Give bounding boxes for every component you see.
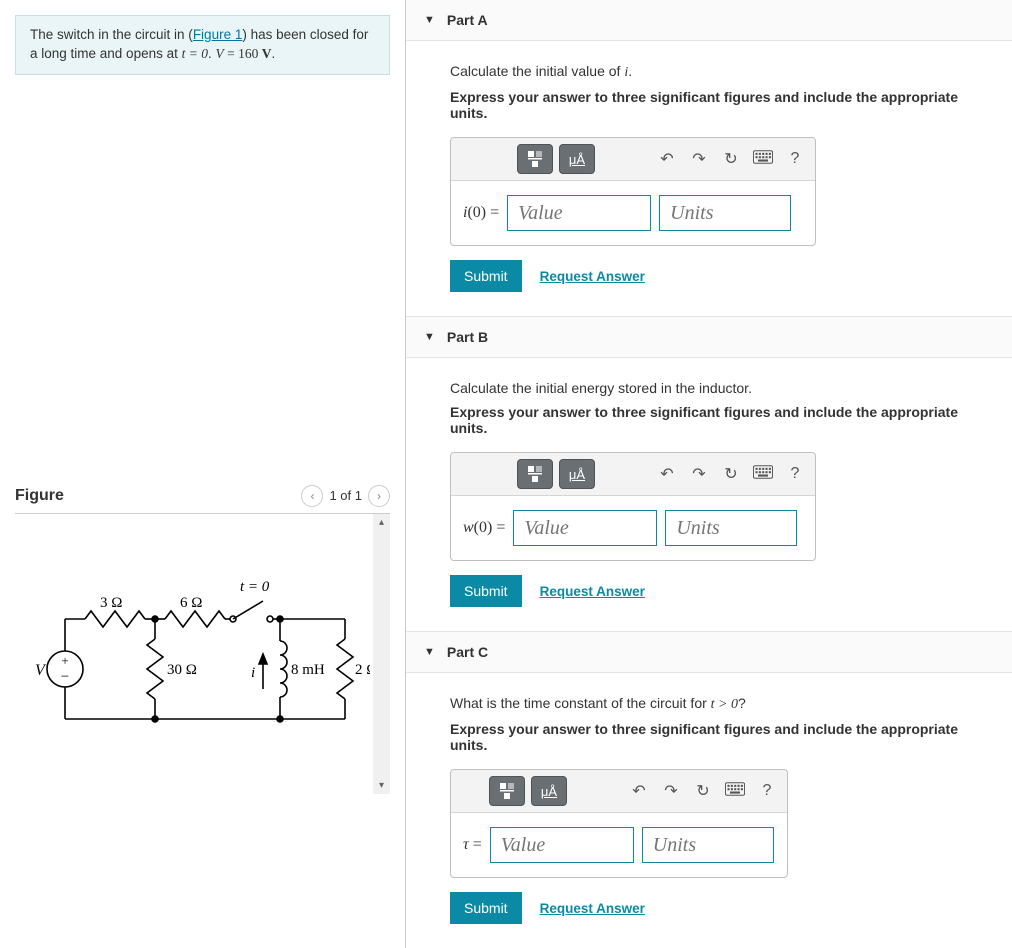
label-t0: t = 0 — [240, 579, 270, 595]
part-b-units-input[interactable] — [665, 510, 797, 546]
part-b-request-answer-link[interactable]: Request Answer — [540, 584, 645, 599]
fraction-template-button[interactable] — [489, 776, 525, 806]
part-a-units-input[interactable] — [659, 195, 791, 231]
units-template-button[interactable]: μÅ — [559, 144, 595, 174]
fraction-template-button[interactable] — [517, 144, 553, 174]
problem-text-end: . — [272, 46, 276, 61]
figure-scrollbar[interactable]: ▴ ▾ — [373, 514, 390, 794]
problem-text-1: The switch in the circuit in ( — [30, 27, 193, 42]
part-c-body: What is the time constant of the circuit… — [406, 673, 1012, 948]
part-b-prompt: Calculate the initial energy stored in t… — [450, 380, 982, 396]
part-b-value-input[interactable] — [513, 510, 657, 546]
undo-icon[interactable]: ↶ — [657, 149, 677, 169]
fraction-template-button[interactable] — [517, 459, 553, 489]
problem-statement: The switch in the circuit in (Figure 1) … — [15, 15, 390, 75]
collapse-icon: ▼ — [424, 646, 435, 658]
part-b-answer-box: μÅ ↶ ↷ ↻ ? w(0) = — [450, 452, 816, 561]
figure-heading: Figure — [15, 487, 64, 505]
label-r3: 30 Ω — [167, 662, 197, 678]
part-b-title: Part B — [447, 329, 488, 345]
part-a-value-input[interactable] — [507, 195, 651, 231]
part-a-body: Calculate the initial value of i. Expres… — [406, 41, 1012, 316]
reset-icon[interactable]: ↻ — [721, 464, 741, 484]
part-b-submit-button[interactable]: Submit — [450, 575, 522, 607]
collapse-icon: ▼ — [424, 14, 435, 26]
figure-header: Figure ‹ 1 of 1 › — [15, 485, 390, 514]
label-r1: 3 Ω — [100, 595, 122, 611]
part-b-body: Calculate the initial energy stored in t… — [406, 358, 1012, 631]
reset-icon[interactable]: ↻ — [693, 781, 713, 801]
part-c-request-answer-link[interactable]: Request Answer — [540, 901, 645, 916]
part-a-lhs: i(0) = — [463, 204, 499, 222]
part-a-header[interactable]: ▼ Part A — [406, 0, 1012, 41]
help-icon[interactable]: ? — [757, 782, 777, 800]
part-a-title: Part A — [447, 12, 488, 28]
part-b-header[interactable]: ▼ Part B — [406, 316, 1012, 358]
part-c-header[interactable]: ▼ Part C — [406, 631, 1012, 673]
figure-prev-button[interactable]: ‹ — [301, 485, 323, 507]
keyboard-icon[interactable] — [725, 782, 745, 801]
part-a-request-answer-link[interactable]: Request Answer — [540, 269, 645, 284]
eq-t: t = 0 — [182, 46, 208, 61]
label-r2: 6 Ω — [180, 595, 202, 611]
part-a-instructions: Express your answer to three significant… — [450, 89, 982, 121]
units-template-button[interactable]: μÅ — [559, 459, 595, 489]
part-c-instructions: Express your answer to three significant… — [450, 721, 982, 753]
part-c-title: Part C — [447, 644, 488, 660]
eq-v-rhs: = 160 — [224, 46, 262, 61]
part-c-answer-box: μÅ ↶ ↷ ↻ ? τ = — [450, 769, 788, 878]
undo-icon[interactable]: ↶ — [629, 781, 649, 801]
circuit-figure: + − t = 0 3 Ω 6 Ω 30 Ω 8 mH 2 Ω i V — [15, 534, 370, 784]
label-v: V — [35, 662, 47, 679]
part-b-instructions: Express your answer to three significant… — [450, 404, 982, 436]
part-b-lhs: w(0) = — [463, 519, 505, 537]
label-i: i — [251, 665, 255, 681]
undo-icon[interactable]: ↶ — [657, 464, 677, 484]
part-c-value-input[interactable] — [490, 827, 634, 863]
keyboard-icon[interactable] — [753, 150, 773, 169]
redo-icon[interactable]: ↷ — [661, 781, 681, 801]
svg-text:−: − — [61, 669, 69, 685]
redo-icon[interactable]: ↷ — [689, 149, 709, 169]
part-a-prompt: Calculate the initial value of i. — [450, 63, 982, 81]
figure-next-button[interactable]: › — [368, 485, 390, 507]
scroll-down-icon[interactable]: ▾ — [373, 777, 390, 794]
svg-text:+: + — [61, 653, 68, 668]
part-a-answer-box: μÅ ↶ ↷ ↻ ? i(0) = — [450, 137, 816, 246]
part-c-submit-button[interactable]: Submit — [450, 892, 522, 924]
figure-link[interactable]: Figure 1 — [193, 27, 243, 42]
label-l: 8 mH — [291, 662, 325, 678]
part-a-submit-button[interactable]: Submit — [450, 260, 522, 292]
collapse-icon: ▼ — [424, 331, 435, 343]
part-c-lhs: τ = — [463, 836, 482, 854]
keyboard-icon[interactable] — [753, 465, 773, 484]
label-r4: 2 Ω — [355, 662, 370, 678]
help-icon[interactable]: ? — [785, 465, 805, 483]
help-icon[interactable]: ? — [785, 150, 805, 168]
scroll-up-icon[interactable]: ▴ — [373, 514, 390, 531]
units-template-button[interactable]: μÅ — [531, 776, 567, 806]
reset-icon[interactable]: ↻ — [721, 149, 741, 169]
eq-v-lhs: V — [216, 46, 224, 61]
part-c-prompt: What is the time constant of the circuit… — [450, 695, 982, 713]
eq-v-unit: V — [262, 46, 272, 61]
redo-icon[interactable]: ↷ — [689, 464, 709, 484]
figure-pager-text: 1 of 1 — [329, 488, 362, 503]
part-c-units-input[interactable] — [642, 827, 774, 863]
